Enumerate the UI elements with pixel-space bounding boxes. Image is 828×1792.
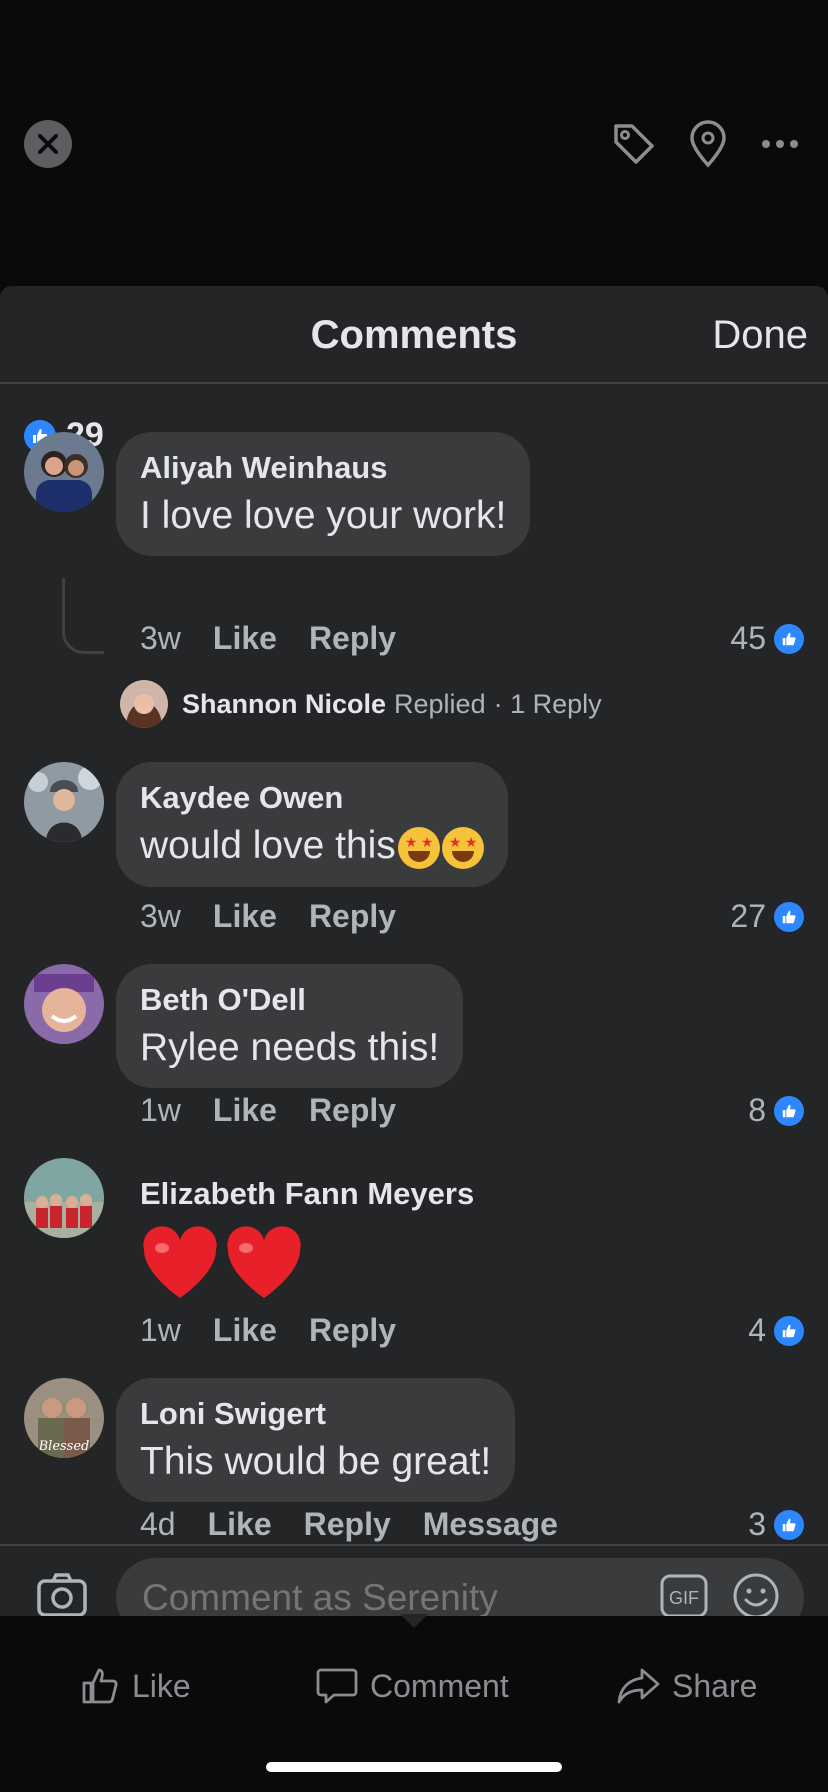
reply-thread-line <box>62 578 104 654</box>
photo-viewer-top-bar <box>0 0 828 286</box>
comment-author[interactable]: Beth O'Dell <box>140 982 439 1018</box>
comment-icon <box>316 1668 358 1704</box>
comment-meta: 3w Like Reply <box>140 898 396 935</box>
star-struck-emoji-icon: ★ ★ <box>397 826 440 869</box>
like-reaction-icon <box>774 1509 804 1540</box>
comment-like-count[interactable]: 8 <box>748 1092 804 1129</box>
like-comment-button[interactable]: Like <box>208 1506 272 1543</box>
comment-pointer-arrow <box>400 1614 428 1628</box>
reply-author: Shannon Nicole <box>182 688 387 719</box>
heart-emoji-row <box>140 1226 474 1302</box>
share-post-button[interactable]: Share <box>616 1666 757 1706</box>
smiley-icon <box>733 1573 779 1619</box>
avatar-caption: Blessed <box>38 1439 90 1454</box>
comment-post-button[interactable]: Comment <box>316 1666 509 1706</box>
like-count: 8 <box>748 1092 766 1128</box>
comment-text: would love this <box>140 824 396 867</box>
more-dots-icon <box>762 140 798 148</box>
comment-author[interactable]: Loni Swigert <box>140 1396 491 1432</box>
heart-emoji-icon <box>143 1226 217 1298</box>
like-comment-button[interactable]: Like <box>213 620 277 657</box>
sheet-title: Comments <box>310 313 518 357</box>
like-count: 27 <box>730 898 766 934</box>
comment-text: Rylee needs this! <box>140 1026 440 1069</box>
comment-text-row: would love this ★ ★ ★ ★ <box>140 824 484 869</box>
camera-icon <box>37 1573 87 1617</box>
tag-icon <box>614 124 654 164</box>
avatar[interactable] <box>24 432 104 512</box>
reply-button[interactable]: Reply <box>304 1506 391 1543</box>
comment-timestamp: 3w <box>140 898 181 934</box>
like-post-button[interactable]: Like <box>80 1666 191 1706</box>
reply-button[interactable]: Reply <box>309 620 396 657</box>
comment-meta: 1w Like Reply <box>140 1312 396 1349</box>
comments-sheet: Comments Done 29 Aliyah Weinhaus I love … <box>0 286 828 1616</box>
share-post-label: Share <box>672 1667 758 1704</box>
reply-button[interactable]: Reply <box>309 1312 396 1349</box>
like-post-label: Like <box>132 1667 191 1704</box>
like-count: 4 <box>748 1312 766 1348</box>
comment-text: This would be great! <box>140 1440 492 1483</box>
like-comment-button[interactable]: Like <box>213 1092 277 1129</box>
comment-author[interactable]: Kaydee Owen <box>140 780 484 816</box>
comment-text: I love love your work! <box>140 494 507 537</box>
comment-timestamp: 1w <box>140 1312 181 1348</box>
comment-like-count[interactable]: 45 <box>730 620 804 657</box>
comment-bubble[interactable]: Loni Swigert This would be great! <box>116 1378 516 1502</box>
reply-button[interactable]: Reply <box>309 1092 396 1129</box>
star-struck-emoji-icon: ★ ★ <box>441 826 484 869</box>
done-button[interactable]: Done <box>712 313 808 358</box>
location-pin-icon <box>690 120 726 168</box>
share-arrow-icon <box>617 1668 660 1704</box>
gif-button[interactable]: GIF <box>660 1574 708 1622</box>
avatar[interactable]: Blessed <box>24 1378 104 1458</box>
close-icon <box>38 134 58 154</box>
like-count: 3 <box>748 1506 766 1542</box>
emoji-button[interactable] <box>732 1572 780 1620</box>
like-comment-button[interactable]: Like <box>213 1312 277 1349</box>
close-button[interactable] <box>24 120 72 168</box>
reply-preview[interactable]: Shannon Nicole Replied · 1 Reply <box>120 680 602 728</box>
comment-meta: 4d Like Reply Message <box>140 1506 558 1543</box>
heart-emoji-icon <box>227 1226 301 1298</box>
comment-post-label: Comment <box>370 1667 509 1704</box>
comment-author[interactable]: Elizabeth Fann Meyers <box>140 1176 474 1212</box>
like-reaction-icon <box>774 1095 804 1126</box>
like-reaction-icon <box>774 901 804 932</box>
comment-like-count[interactable]: 4 <box>748 1312 804 1349</box>
gif-icon: GIF <box>660 1574 708 1618</box>
tag-button[interactable] <box>608 118 660 170</box>
like-comment-button[interactable]: Like <box>213 898 277 935</box>
like-reaction-icon <box>774 623 804 654</box>
comment-timestamp: 4d <box>140 1506 176 1542</box>
camera-button[interactable] <box>36 1572 92 1622</box>
comment-bubble[interactable]: Beth O'Dell Rylee needs this! <box>116 964 464 1088</box>
comment-meta: 1w Like Reply <box>140 1092 396 1129</box>
like-reaction-icon <box>774 1315 804 1346</box>
more-options-button[interactable] <box>754 118 806 170</box>
comment-author[interactable]: Aliyah Weinhaus <box>140 450 506 486</box>
comment-bubble[interactable]: Aliyah Weinhaus I love love your work! <box>116 432 531 556</box>
sheet-header: Comments Done <box>0 286 828 384</box>
like-count: 45 <box>730 620 766 656</box>
avatar[interactable] <box>24 762 104 842</box>
avatar[interactable] <box>24 1158 104 1238</box>
comment-bubble[interactable]: Kaydee Owen would love this ★ ★ ★ ★ <box>116 762 508 887</box>
reply-count: · 1 Reply <box>493 688 602 719</box>
comment-bubble[interactable]: Elizabeth Fann Meyers <box>116 1158 498 1320</box>
thumbs-up-icon <box>82 1668 118 1704</box>
comment-timestamp: 1w <box>140 1092 181 1128</box>
comment-like-count[interactable]: 27 <box>730 898 804 935</box>
comment-meta: 3w Like Reply <box>140 620 396 657</box>
message-button[interactable]: Message <box>423 1506 558 1543</box>
comment-like-count[interactable]: 3 <box>748 1506 804 1543</box>
location-button[interactable] <box>682 118 734 170</box>
gif-label: GIF <box>669 1588 699 1608</box>
reply-button[interactable]: Reply <box>309 898 396 935</box>
avatar <box>120 680 168 728</box>
comment-timestamp: 3w <box>140 620 181 656</box>
avatar[interactable] <box>24 964 104 1044</box>
home-indicator[interactable] <box>266 1762 562 1772</box>
reply-action: Replied <box>394 688 486 719</box>
